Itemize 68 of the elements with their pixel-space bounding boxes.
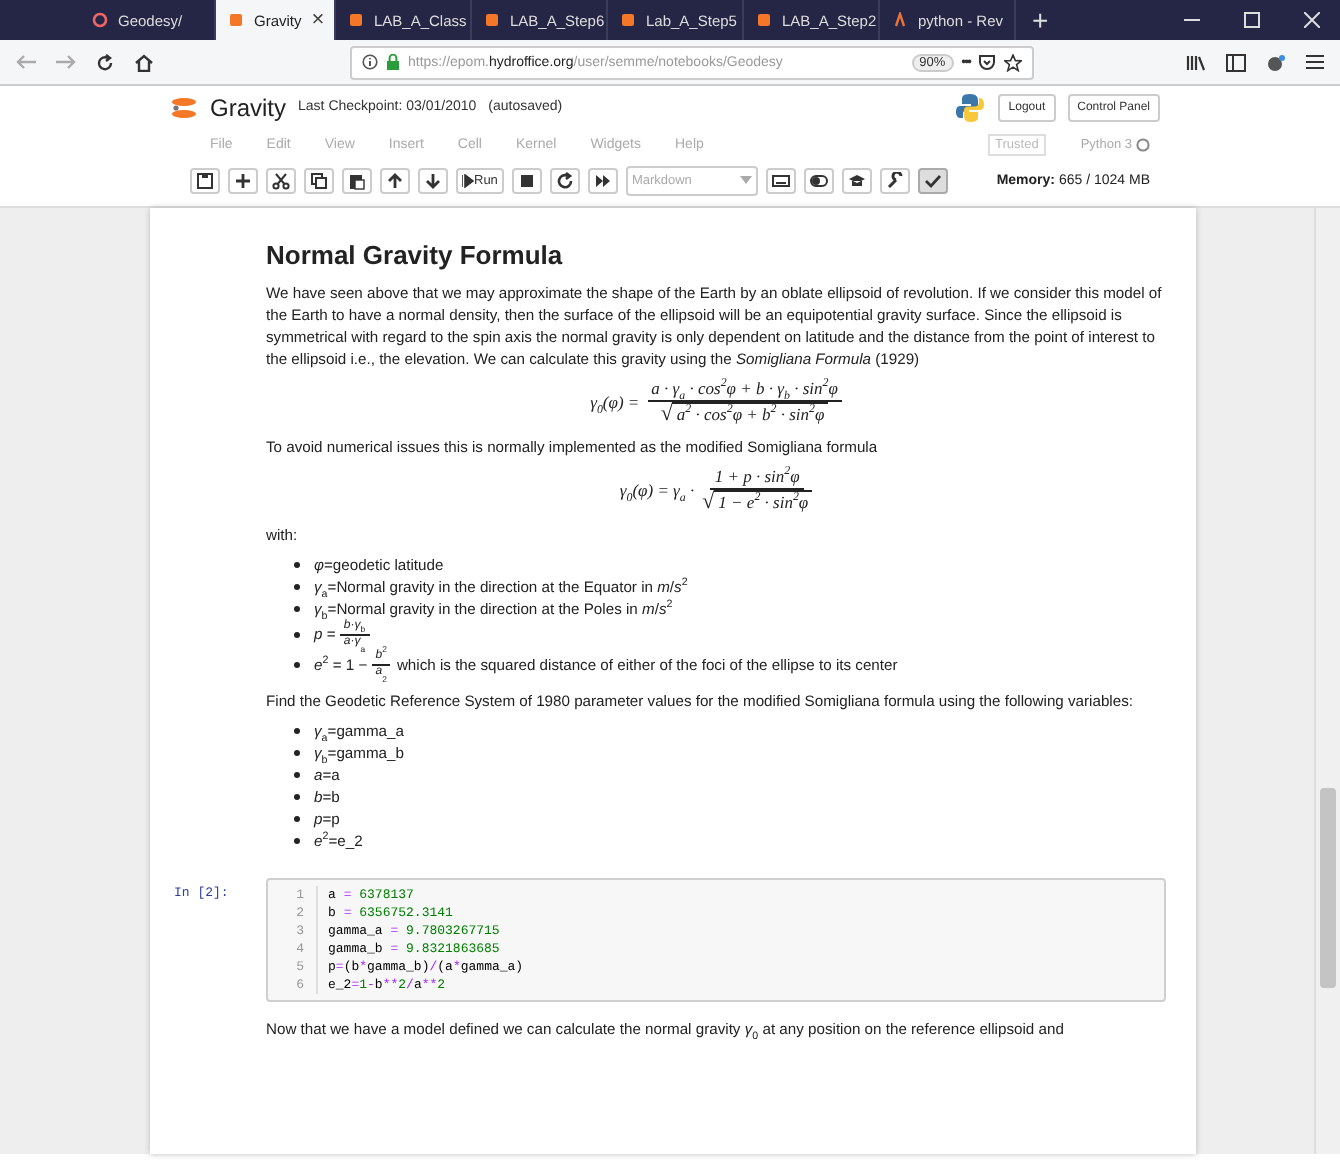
- bullet-icon: [294, 632, 300, 638]
- bullet-icon: [294, 772, 300, 778]
- bullet-icon: [294, 584, 300, 590]
- reload-icon[interactable]: [96, 53, 114, 71]
- keyboard-icon: [771, 171, 790, 189]
- toggle-icon: [809, 171, 828, 189]
- notebook-icon: [756, 12, 772, 28]
- toolbar-button[interactable]: [266, 167, 296, 193]
- maximize-icon[interactable]: [1244, 12, 1260, 28]
- sidebar-icon[interactable]: [1226, 53, 1246, 71]
- formula: γ$_{0}$(φ) = γ$_{a}$ · 1 + p · sin$^{2}$φ √ 1 − e$^{2}$ · sin$^{2}$φ: [617, 466, 815, 514]
- stop-icon: [517, 171, 536, 189]
- toolbar-button[interactable]: [342, 167, 372, 193]
- toolbar-button[interactable]: [304, 167, 334, 193]
- toolbar-button[interactable]: [190, 167, 220, 193]
- fast-forward-icon: [593, 171, 612, 189]
- plus-icon: [234, 171, 252, 189]
- new-tab-button[interactable]: +: [1016, 0, 1065, 40]
- dropdown-arrow-icon: [739, 176, 752, 184]
- home-icon[interactable]: [134, 53, 154, 71]
- bullet-icon: [294, 750, 300, 756]
- toolbar-button[interactable]: [879, 167, 910, 193]
- section-heading: Normal Gravity Formula: [266, 240, 565, 270]
- notebook-title[interactable]: Gravity: [210, 93, 287, 121]
- bullet-icon: [294, 838, 300, 844]
- bullet-icon: [294, 728, 300, 734]
- python-logo-icon: [954, 91, 987, 123]
- toolbar-button[interactable]: [841, 167, 872, 193]
- ring-icon: [92, 12, 108, 28]
- toolbar-button[interactable]: [380, 167, 410, 193]
- restart-icon: [555, 171, 574, 189]
- toolbar-button[interactable]: [803, 167, 834, 193]
- menu-icon[interactable]: [1306, 54, 1324, 70]
- toolbar-button[interactable]: [917, 167, 948, 193]
- info-icon: [362, 54, 378, 70]
- star-icon[interactable]: [1004, 53, 1022, 71]
- scissors-icon: [272, 171, 290, 189]
- bullet-icon: [294, 662, 300, 668]
- toolbar-button[interactable]: [511, 167, 542, 193]
- bullet-icon: [294, 562, 300, 568]
- bullet-icon: [294, 816, 300, 822]
- bullet-icon: [294, 794, 300, 800]
- notebook-icon: [484, 12, 500, 28]
- library-icon[interactable]: [1186, 53, 1206, 71]
- toolbar-button[interactable]: [587, 167, 618, 193]
- step-forward-icon: [462, 173, 474, 187]
- close-icon[interactable]: [1304, 12, 1320, 28]
- notebook-icon: [348, 12, 364, 28]
- down-arrow-icon: [424, 171, 442, 189]
- lock-icon: [386, 54, 400, 70]
- up-arrow-icon: [386, 171, 404, 189]
- toolbar-button[interactable]: [765, 167, 796, 193]
- toolbar-button[interactable]: [418, 167, 448, 193]
- notebook-icon: [228, 12, 244, 28]
- toolbar-button[interactable]: [228, 167, 258, 193]
- check-icon: [923, 171, 942, 189]
- kernel-status-icon: [1136, 138, 1150, 152]
- scrollbar-thumb[interactable]: [1320, 788, 1336, 988]
- toolbar-button[interactable]: [549, 167, 580, 193]
- notebook-icon: [620, 12, 636, 28]
- paste-icon: [348, 171, 366, 189]
- scrollbar[interactable]: [1314, 208, 1340, 1154]
- bullet-icon: [294, 606, 300, 612]
- copy-icon: [310, 171, 328, 189]
- close-tab-icon[interactable]: ×: [311, 8, 325, 32]
- formula: γ$_{0}$(φ) = a · γ$_{a}$ · cos$^{2}$φ + b · γ$_{b}$ · sin$^{2}$φ √ a$^{2}$ · cos$^{2}$φ + b$^{2}$ · sin$^{2}$φ: [588, 378, 844, 426]
- graduation-cap-icon: [847, 171, 866, 189]
- floppy-icon: [196, 171, 214, 189]
